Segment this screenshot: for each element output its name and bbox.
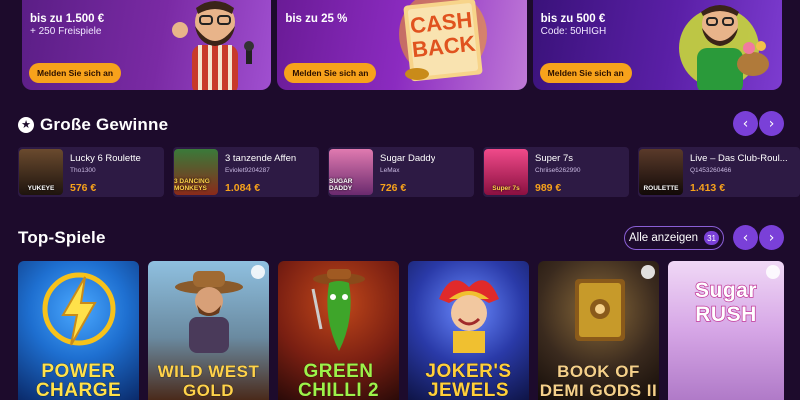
promo-code-bonus[interactable]: bis zu 500 € Code: 50HIGH Melden Sie sic… [532, 0, 782, 90]
game-title: POWER CHARGE [35, 361, 122, 400]
signup-button[interactable]: Melden Sie sich an [284, 63, 377, 83]
game-title: JOKER'S JEWELS [425, 361, 512, 400]
win-game-name: Super 7s [535, 153, 574, 164]
section-title: Top-Spiele [18, 228, 106, 247]
mascot-illustration [172, 1, 254, 90]
win-amount: 726 € [380, 182, 407, 194]
win-item[interactable]: SUGAR DADDY Sugar Daddy LeMax 726 € [328, 147, 474, 197]
chilli-icon [311, 269, 365, 351]
win-username: Chriise6262990 [535, 167, 581, 174]
game-tile-green-chilli-2[interactable]: GREEN CHILLI 2 [278, 261, 399, 400]
promo-cashback[interactable]: bis zu 25 % Melden Sie sich an CASH BACK [277, 0, 527, 90]
game-tile-book-of-demi-gods-2[interactable]: BOOK OF DEMI GODS II [538, 261, 659, 400]
joker-icon [438, 280, 499, 353]
win-item[interactable]: Super 7s Super 7s Chriise6262990 989 € [483, 147, 629, 197]
view-all-button[interactable]: Alle anzeigen 31 [624, 226, 724, 250]
wins-prev-button[interactable]: ‹ [733, 111, 758, 136]
cashback-illustration: CASH BACK [399, 0, 488, 82]
count-badge: 31 [704, 231, 719, 245]
game-tile-wild-west-gold[interactable]: WILD WEST GOLD [148, 261, 269, 400]
provider-badge-icon [766, 265, 780, 279]
win-item[interactable]: YUKEYE Lucky 6 Roulette Tho1300 576 € [18, 147, 164, 197]
win-item[interactable]: ROULETTE Live – Das Club-Roul... Q145326… [638, 147, 800, 197]
win-amount: 1.084 € [225, 182, 261, 194]
game-thumbnail: ROULETTE [639, 149, 683, 195]
game-title: WILD WEST GOLD [157, 362, 260, 400]
view-all-label: Alle anzeigen [629, 232, 699, 244]
signup-button[interactable]: Melden Sie sich an [539, 63, 632, 83]
promo-title: bis zu 25 % [285, 13, 348, 25]
promo-subtitle: Code: 50HIGH [540, 26, 607, 37]
top-games-list: POWER CHARGE WILD WEST GOLD GREEN CHILLI 2 [18, 261, 800, 400]
wins-next-button[interactable]: › [759, 111, 784, 136]
provider-badge-icon [641, 265, 655, 279]
game-thumbnail: Super 7s [484, 149, 528, 195]
game-tile-power-charge[interactable]: POWER CHARGE [18, 261, 139, 400]
win-username: LeMax [380, 167, 400, 174]
mascot-illustration [678, 5, 769, 90]
win-game-name: 3 tanzende Affen [225, 153, 297, 164]
promo-welcome-bonus[interactable]: bis zu 1.500 € + 250 Freispiele Melden S… [22, 0, 272, 90]
game-title: GREEN CHILLI 2 [297, 361, 380, 400]
promo-subtitle: + 250 Freispiele [30, 26, 102, 37]
big-wins-header: ★ Große Gewinne [18, 115, 168, 135]
lightning-icon [42, 272, 115, 346]
win-username: Q1453260466 [690, 167, 732, 174]
game-thumbnail: YUKEYE [19, 149, 63, 195]
promo-banners: bis zu 1.500 € + 250 Freispiele Melden S… [22, 0, 782, 90]
games-next-button[interactable]: › [759, 225, 784, 250]
book-icon [574, 279, 625, 341]
win-game-name: Live – Das Club-Roul... [690, 153, 788, 164]
win-amount: 1.413 € [690, 182, 726, 194]
win-username: Tho1300 [70, 167, 96, 174]
promo-title: bis zu 1.500 € [30, 13, 105, 25]
win-amount: 576 € [70, 182, 97, 194]
win-game-name: Sugar Daddy [380, 153, 436, 164]
provider-badge-icon [251, 265, 265, 279]
game-tile-sugar-rush[interactable]: Sugar RUSH [668, 261, 784, 400]
promo-title: bis zu 500 € [540, 13, 606, 25]
win-amount: 989 € [535, 182, 562, 194]
game-title: Sugar RUSH [694, 278, 757, 327]
section-title: Große Gewinne [40, 115, 169, 134]
top-games-header: Top-Spiele [18, 228, 106, 248]
game-thumbnail: 3 DANCING MONKEYS [174, 149, 218, 195]
game-title: BOOK OF DEMI GODS II [539, 362, 658, 400]
win-username: Eviolet9204287 [225, 167, 270, 174]
signup-button[interactable]: Melden Sie sich an [29, 63, 122, 83]
big-wins-list: YUKEYE Lucky 6 Roulette Tho1300 576 € 3 … [18, 147, 800, 199]
games-prev-button[interactable]: ‹ [733, 225, 758, 250]
win-item[interactable]: 3 DANCING MONKEYS 3 tanzende Affen Eviol… [173, 147, 319, 197]
cowboy-icon [174, 271, 243, 353]
game-thumbnail: SUGAR DADDY [329, 149, 373, 195]
win-game-name: Lucky 6 Roulette [70, 153, 141, 164]
game-tile-jokers-jewels[interactable]: JOKER'S JEWELS [408, 261, 529, 400]
star-icon: ★ [18, 117, 34, 133]
